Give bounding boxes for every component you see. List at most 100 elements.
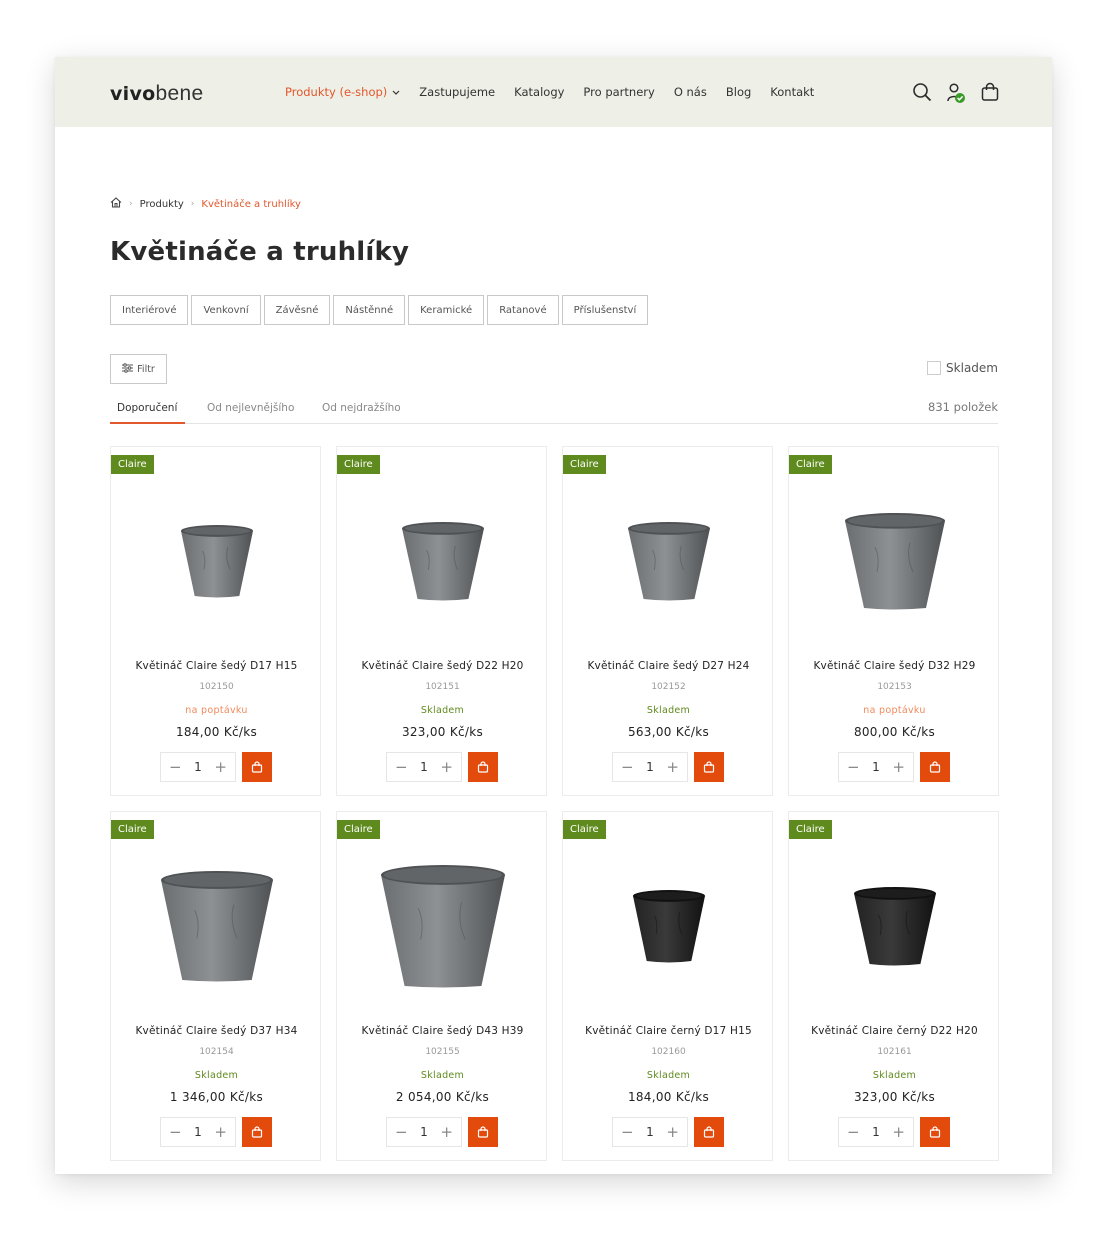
product-name[interactable]: Květináč Claire šedý D17 H15 xyxy=(111,660,322,672)
category-keramicke[interactable]: Keramické xyxy=(408,295,485,325)
breadcrumb-item-produkty[interactable]: Produkty xyxy=(140,199,184,210)
quantity-stepper: − 1 + xyxy=(386,1117,462,1147)
increment-button[interactable]: + xyxy=(666,758,679,776)
page-title: Květináče a truhlíky xyxy=(110,237,410,267)
filter-label: Filtr xyxy=(137,363,155,375)
product-image[interactable] xyxy=(563,477,774,647)
sort-tab-doporuceni[interactable]: Doporučení xyxy=(117,402,177,414)
decrement-button[interactable]: − xyxy=(847,1123,860,1141)
brand-badge: Claire xyxy=(337,455,380,474)
cart-icon xyxy=(703,1123,715,1142)
decrement-button[interactable]: − xyxy=(847,758,860,776)
product-card[interactable]: Claire Květináč Claire šedý D22 H20 1021… xyxy=(336,446,547,796)
quantity-value[interactable]: 1 xyxy=(194,1125,202,1139)
nav-item-produkty[interactable]: Produkty (e-shop) xyxy=(285,85,400,99)
decrement-button[interactable]: − xyxy=(621,1123,634,1141)
category-ratanove[interactable]: Ratanové xyxy=(487,295,559,325)
nav-item-zastupujeme[interactable]: Zastupujeme xyxy=(419,85,495,99)
product-image[interactable] xyxy=(337,477,548,647)
home-icon[interactable] xyxy=(110,197,122,211)
quantity-value[interactable]: 1 xyxy=(420,1125,428,1139)
search-icon[interactable] xyxy=(912,82,932,102)
product-image[interactable] xyxy=(563,842,774,1012)
product-card[interactable]: Claire Květináč Claire šedý D17 H15 1021… xyxy=(110,446,321,796)
product-sku: 102153 xyxy=(877,682,912,692)
decrement-button[interactable]: − xyxy=(395,1123,408,1141)
add-to-cart-button[interactable] xyxy=(920,1117,950,1147)
logo[interactable]: vivobene xyxy=(110,82,203,106)
nav-item-katalogy[interactable]: Katalogy xyxy=(514,85,564,99)
increment-button[interactable]: + xyxy=(892,1123,905,1141)
product-card[interactable]: Claire Květináč Claire šedý D43 H39 1021… xyxy=(336,811,547,1161)
product-image[interactable] xyxy=(789,477,1000,647)
nav-item-kontakt[interactable]: Kontakt xyxy=(770,85,814,99)
quantity-value[interactable]: 1 xyxy=(646,760,654,774)
product-name[interactable]: Květináč Claire šedý D27 H24 xyxy=(563,660,774,672)
user-icon[interactable] xyxy=(946,82,966,103)
product-card[interactable]: Claire Květináč Claire šedý D27 H24 1021… xyxy=(562,446,773,796)
cart-icon xyxy=(929,758,941,777)
product-sku: 102154 xyxy=(199,1047,234,1057)
product-price: 800,00 Kč/ks xyxy=(853,725,936,739)
category-venkovni[interactable]: Venkovní xyxy=(191,295,261,325)
decrement-button[interactable]: − xyxy=(169,758,182,776)
quantity-stepper: − 1 + xyxy=(160,752,236,782)
quantity-value[interactable]: 1 xyxy=(420,760,428,774)
sort-tab-od-nejlevnejsiho[interactable]: Od nejlevnějšího xyxy=(207,402,294,414)
quantity-value[interactable]: 1 xyxy=(646,1125,654,1139)
increment-button[interactable]: + xyxy=(440,1123,453,1141)
product-card[interactable]: Claire Květináč Claire černý D22 H20 102… xyxy=(788,811,999,1161)
quantity-value[interactable]: 1 xyxy=(194,760,202,774)
product-image[interactable] xyxy=(789,842,1000,1012)
add-to-cart-button[interactable] xyxy=(242,752,272,782)
product-card[interactable]: Claire Květináč Claire šedý D32 H29 1021… xyxy=(788,446,999,796)
increment-button[interactable]: + xyxy=(666,1123,679,1141)
cart-icon xyxy=(477,1123,489,1142)
increment-button[interactable]: + xyxy=(440,758,453,776)
decrement-button[interactable]: − xyxy=(395,758,408,776)
sort-tab-od-nejdrazsiho[interactable]: Od nejdražšího xyxy=(322,402,401,414)
filter-button[interactable]: Filtr xyxy=(110,354,167,384)
brand-badge: Claire xyxy=(789,820,832,839)
category-prislusenstvi[interactable]: Příslušenství xyxy=(561,295,649,325)
quantity-value[interactable]: 1 xyxy=(872,760,880,774)
category-buttons: Interiérové Venkovní Závěsné Nástěnné Ke… xyxy=(110,295,649,325)
nav-item-blog[interactable]: Blog xyxy=(726,85,751,99)
quantity-stepper: − 1 + xyxy=(612,1117,688,1147)
product-price: 323,00 Kč/ks xyxy=(401,725,484,739)
add-to-cart-button[interactable] xyxy=(920,752,950,782)
site-header: vivobene Produkty (e-shop) Zastupujeme K… xyxy=(55,57,1052,127)
product-image[interactable] xyxy=(111,842,322,1012)
product-name[interactable]: Květináč Claire šedý D37 H34 xyxy=(111,1025,322,1037)
stock-filter[interactable]: Skladem xyxy=(927,361,998,375)
category-zavesne[interactable]: Závěsné xyxy=(263,295,331,325)
category-nastenne[interactable]: Nástěnné xyxy=(333,295,406,325)
product-name[interactable]: Květináč Claire šedý D32 H29 xyxy=(789,660,1000,672)
increment-button[interactable]: + xyxy=(214,1123,227,1141)
availability-status: Skladem xyxy=(194,1070,239,1081)
decrement-button[interactable]: − xyxy=(621,758,634,776)
stock-checkbox[interactable] xyxy=(927,361,942,375)
quantity-value[interactable]: 1 xyxy=(872,1125,880,1139)
product-image[interactable] xyxy=(111,477,322,647)
product-image[interactable] xyxy=(337,842,548,1012)
product-card[interactable]: Claire Květináč Claire černý D17 H15 102… xyxy=(562,811,773,1161)
category-interierove[interactable]: Interiérové xyxy=(110,295,189,325)
cart-icon xyxy=(703,758,715,777)
product-name[interactable]: Květináč Claire černý D17 H15 xyxy=(563,1025,774,1037)
cart-icon[interactable] xyxy=(980,82,1000,102)
add-to-cart-button[interactable] xyxy=(694,752,724,782)
decrement-button[interactable]: − xyxy=(169,1123,182,1141)
product-name[interactable]: Květináč Claire černý D22 H20 xyxy=(789,1025,1000,1037)
increment-button[interactable]: + xyxy=(892,758,905,776)
add-to-cart-button[interactable] xyxy=(242,1117,272,1147)
nav-item-o-nas[interactable]: O nás xyxy=(674,85,707,99)
add-to-cart-button[interactable] xyxy=(694,1117,724,1147)
product-name[interactable]: Květináč Claire šedý D43 H39 xyxy=(337,1025,548,1037)
product-card[interactable]: Claire Květináč Claire šedý D37 H34 1021… xyxy=(110,811,321,1161)
increment-button[interactable]: + xyxy=(214,758,227,776)
nav-item-pro-partnery[interactable]: Pro partnery xyxy=(583,85,654,99)
add-to-cart-button[interactable] xyxy=(468,1117,498,1147)
add-to-cart-button[interactable] xyxy=(468,752,498,782)
product-name[interactable]: Květináč Claire šedý D22 H20 xyxy=(337,660,548,672)
